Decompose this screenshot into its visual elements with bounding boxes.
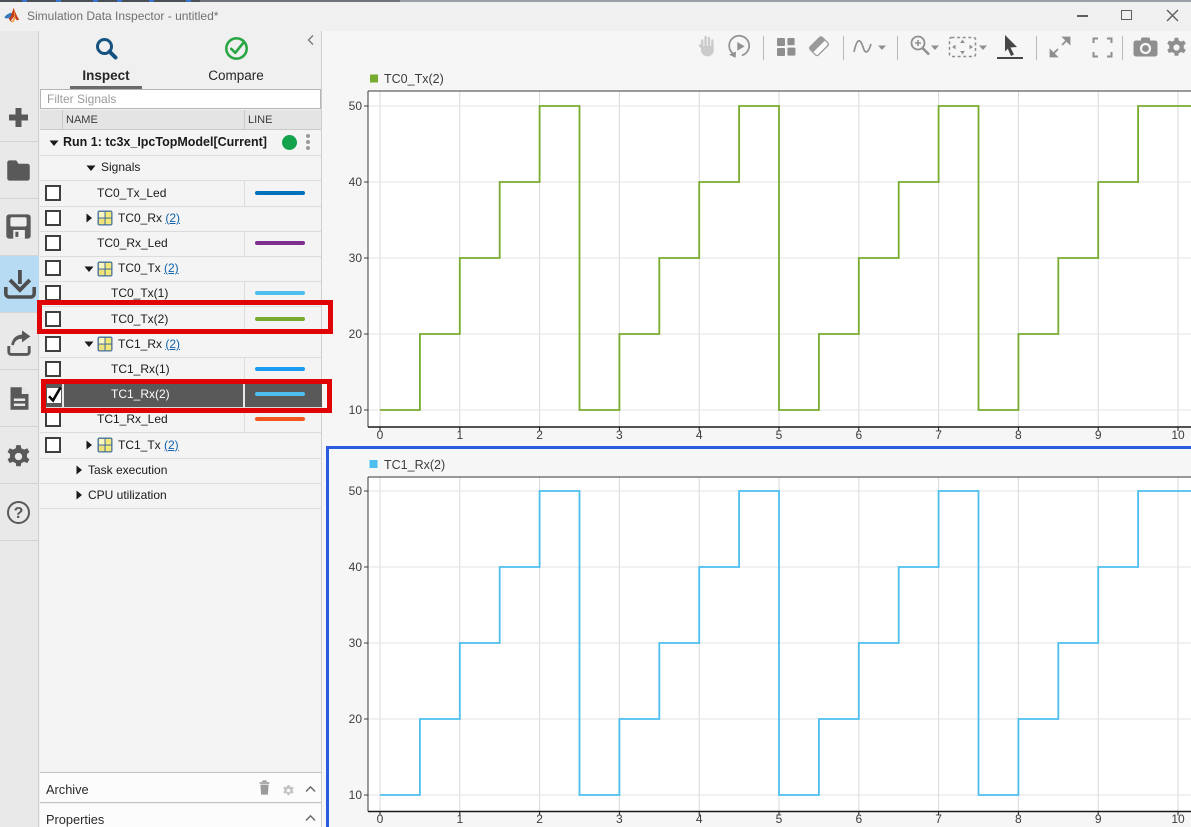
svg-text:9: 9 [1095, 428, 1102, 442]
svg-text:7: 7 [935, 428, 942, 442]
svg-text:5: 5 [776, 428, 783, 442]
svg-text:3: 3 [616, 428, 623, 442]
svg-text:1: 1 [456, 428, 463, 442]
svg-text:20: 20 [349, 327, 363, 341]
svg-text:2: 2 [536, 428, 543, 442]
svg-text:8: 8 [1015, 428, 1022, 442]
svg-text:40: 40 [349, 175, 363, 189]
svg-text:10: 10 [1171, 428, 1185, 442]
svg-text:?: ? [14, 505, 24, 522]
svg-text:30: 30 [349, 251, 363, 265]
svg-text:TC0_Tx(2): TC0_Tx(2) [384, 72, 444, 86]
svg-text:10: 10 [349, 403, 363, 417]
svg-text:4: 4 [696, 428, 703, 442]
svg-text:50: 50 [349, 99, 363, 113]
svg-text:6: 6 [855, 428, 862, 442]
svg-text:0: 0 [377, 428, 384, 442]
